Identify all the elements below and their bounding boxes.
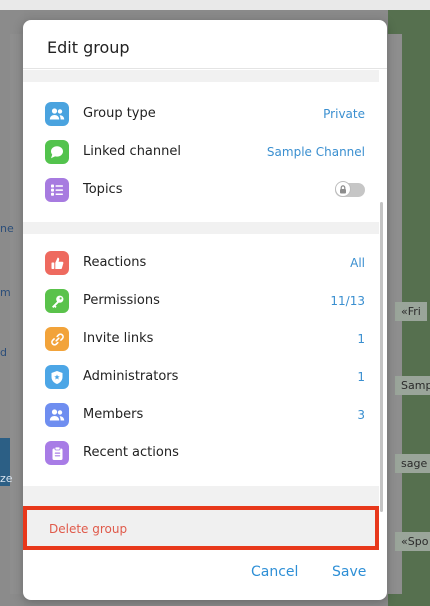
invite-links-row[interactable]: Invite links 1 bbox=[23, 320, 379, 358]
background-message-bubble: «Fri bbox=[395, 302, 427, 321]
thumbs-up-icon bbox=[45, 251, 69, 275]
row-label: Administrators bbox=[83, 369, 179, 384]
administrators-value[interactable]: 1 bbox=[357, 370, 365, 384]
background-message-bubble: Samp bbox=[395, 376, 430, 395]
link-icon bbox=[45, 327, 69, 351]
row-label: Invite links bbox=[83, 331, 154, 346]
section-separator bbox=[23, 222, 379, 234]
background-edge-text: ze bbox=[0, 472, 13, 485]
delete-group-label: Delete group bbox=[49, 522, 128, 536]
administrators-row[interactable]: Administrators 1 bbox=[23, 358, 379, 396]
group-icon bbox=[45, 102, 69, 126]
edit-group-dialog: Edit group Group type Private Linked cha… bbox=[23, 20, 387, 600]
lock-icon bbox=[335, 181, 351, 197]
row-label: Linked channel bbox=[83, 144, 181, 159]
members-row[interactable]: Members 3 bbox=[23, 396, 379, 434]
invite-links-value[interactable]: 1 bbox=[357, 332, 365, 346]
background-topbar bbox=[0, 0, 430, 10]
cancel-button[interactable]: Cancel bbox=[251, 564, 298, 580]
clipboard-icon bbox=[45, 441, 69, 465]
dialog-title: Edit group bbox=[47, 38, 130, 57]
background-message-bubble: sage bbox=[395, 454, 430, 473]
permissions-row[interactable]: Permissions 11/13 bbox=[23, 282, 379, 320]
background-edge-text: d bbox=[0, 346, 7, 359]
section-separator bbox=[23, 486, 379, 506]
linked-channel-row[interactable]: Linked channel Sample Channel bbox=[23, 133, 379, 171]
row-label: Permissions bbox=[83, 293, 160, 308]
row-label: Topics bbox=[83, 182, 123, 197]
topics-toggle[interactable] bbox=[335, 181, 365, 197]
title-divider bbox=[23, 68, 387, 69]
linked-channel-value[interactable]: Sample Channel bbox=[267, 145, 365, 159]
group-type-row[interactable]: Group type Private bbox=[23, 95, 379, 133]
background-message-bubble: «Spo bbox=[395, 532, 430, 551]
topics-list-icon bbox=[45, 178, 69, 202]
row-label: Reactions bbox=[83, 255, 147, 270]
save-button[interactable]: Save bbox=[332, 564, 366, 580]
group-type-value[interactable]: Private bbox=[323, 107, 365, 121]
shield-icon bbox=[45, 365, 69, 389]
row-label: Members bbox=[83, 407, 144, 422]
row-label: Recent actions bbox=[83, 445, 179, 460]
reactions-value[interactable]: All bbox=[350, 256, 365, 270]
reactions-row[interactable]: Reactions All bbox=[23, 244, 379, 282]
section-separator bbox=[23, 70, 379, 82]
topics-row[interactable]: Topics bbox=[23, 171, 379, 209]
chat-bubble-icon bbox=[45, 140, 69, 164]
members-value[interactable]: 3 bbox=[357, 408, 365, 422]
delete-group-button[interactable]: Delete group bbox=[23, 506, 379, 550]
scrollbar-thumb[interactable] bbox=[380, 202, 383, 512]
permissions-value[interactable]: 11/13 bbox=[330, 294, 365, 308]
members-icon bbox=[45, 403, 69, 427]
background-edge-text: m bbox=[0, 286, 11, 299]
row-label: Group type bbox=[83, 106, 156, 121]
recent-actions-row[interactable]: Recent actions bbox=[23, 434, 379, 472]
key-icon bbox=[45, 289, 69, 313]
background-edge-text: ne bbox=[0, 222, 14, 235]
